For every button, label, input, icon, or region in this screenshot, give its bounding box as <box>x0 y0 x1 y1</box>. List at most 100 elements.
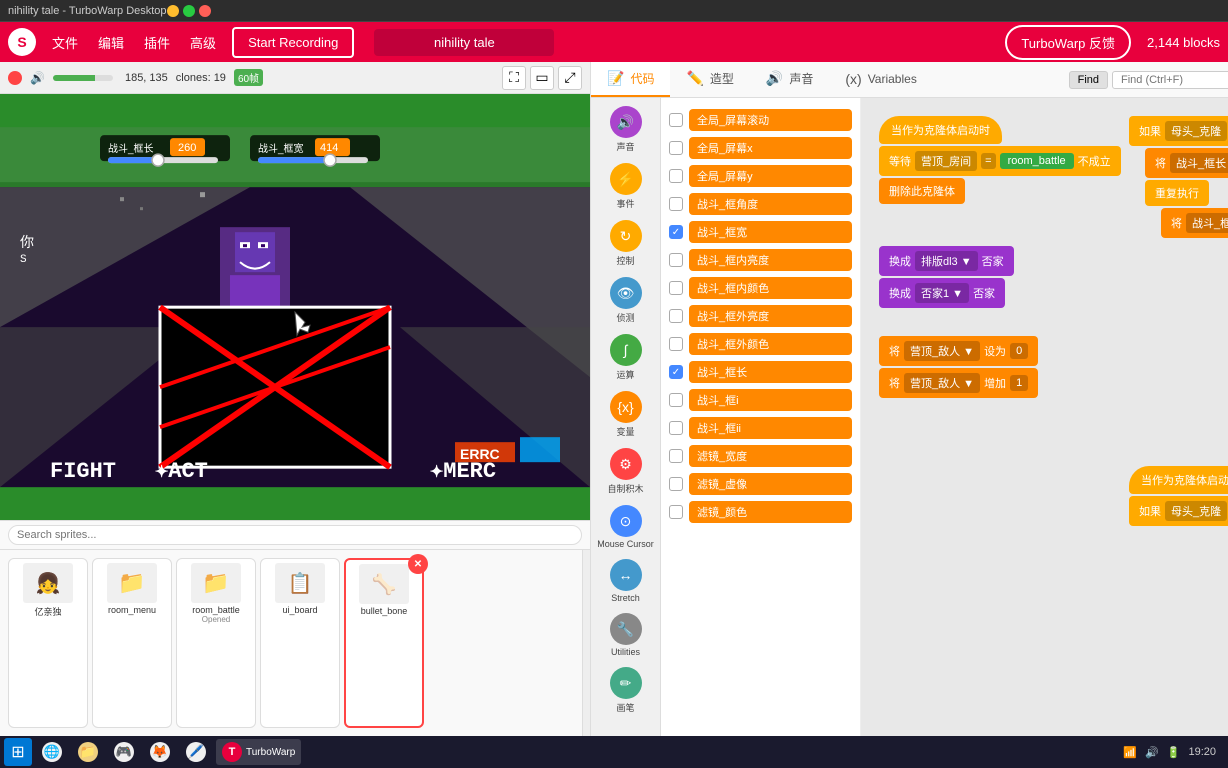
block-checkbox[interactable] <box>669 393 683 407</box>
start-button[interactable]: ⊞ <box>4 738 32 766</box>
tab-code[interactable]: 📝 代码 <box>591 62 670 97</box>
block-checkbox[interactable] <box>669 253 683 267</box>
set-enemy-block[interactable]: 将 营顶_敌人 ▼ 设为 0 <box>879 336 1038 366</box>
set-battle-long[interactable]: 将 战斗_框长 ▼ 设为 180 <box>1145 148 1228 178</box>
block-list-item[interactable]: 全局_屏幕y <box>665 162 856 190</box>
category-stretch[interactable]: ↔ Stretch <box>594 555 658 607</box>
find-button[interactable]: Find <box>1069 71 1108 89</box>
block-list-item[interactable]: 滤镜_颜色 <box>665 498 856 526</box>
block-list-item[interactable]: 战斗_框外颜色 <box>665 330 856 358</box>
if-block[interactable]: 如果 母头_克隆 <box>1129 116 1228 146</box>
add-enemy-block[interactable]: 将 营顶_敌人 ▼ 增加 1 <box>879 368 1038 398</box>
block-list-item[interactable]: ✓ 战斗_框长 <box>665 358 856 386</box>
block-checkbox[interactable] <box>669 449 683 463</box>
sprites-scrollbar[interactable] <box>582 550 590 736</box>
project-name[interactable]: nihility tale <box>374 29 554 56</box>
block-checkbox[interactable]: ✓ <box>669 365 683 379</box>
block-checkbox[interactable] <box>669 309 683 323</box>
turbowarp-feedback-button[interactable]: TurboWarp 反馈 <box>1005 25 1131 60</box>
sprite-item-room_battle[interactable]: 📁 room_battle Opened <box>176 558 256 728</box>
tab-variables[interactable]: (x) Variables <box>829 62 932 97</box>
taskbar-app-game[interactable]: 🎮 <box>108 739 140 765</box>
block-checkbox[interactable] <box>669 141 683 155</box>
expand-stage-button[interactable]: ⤢ <box>558 66 582 90</box>
sprites-search-input[interactable] <box>8 525 582 545</box>
block-checkbox[interactable] <box>669 505 683 519</box>
cat-label-stretch: Stretch <box>611 593 640 603</box>
sprite-delete-badge[interactable]: ✕ <box>408 554 428 574</box>
block-stack-3: 如果 母头_克隆 将 战斗_框长 ▼ 设为 180 重复执行 <box>1129 116 1228 240</box>
taskbar-volume-icon: 🔊 <box>1145 746 1159 759</box>
sprite-thumbnail: 🦴 <box>359 564 409 604</box>
category-sound[interactable]: 🔊 声音 <box>594 102 658 157</box>
sprite-item-room_menu[interactable]: 📁 room_menu <box>92 558 172 728</box>
code-workspace[interactable]: 当作为克隆体启动时 等待 营顶_房间 = room_battle 不成立 删 <box>861 98 1228 736</box>
category-variables[interactable]: {x} 变量 <box>594 387 658 442</box>
block-list-item[interactable]: 全局_屏幕x <box>665 134 856 162</box>
block-checkbox[interactable] <box>669 113 683 127</box>
find-input[interactable] <box>1112 71 1228 89</box>
block-pill: 战斗_框角度 <box>689 193 852 215</box>
cat-label-custom: 自制积木 <box>607 482 643 495</box>
block-pill: 战斗_框宽 <box>689 221 852 243</box>
switch-block-2[interactable]: 换成 否家1 ▼ 否家 <box>879 278 1005 308</box>
category-cursor[interactable]: ⊙ Mouse Cursor <box>594 501 658 553</box>
block-checkbox[interactable] <box>669 197 683 211</box>
record-button[interactable]: Start Recording <box>232 27 354 58</box>
block-list-item[interactable]: 滤镜_虚像 <box>665 470 856 498</box>
taskbar-app-turbowarp[interactable]: T TurboWarp <box>216 739 301 765</box>
block-list-item[interactable]: 滤镜_宽度 <box>665 442 856 470</box>
block-checkbox[interactable]: ✓ <box>669 225 683 239</box>
repeat-block[interactable]: 重复执行 <box>1145 180 1209 206</box>
hat-block-3[interactable]: 当作为克隆体启动时 <box>1129 466 1228 494</box>
wait-block[interactable]: 等待 营顶_房间 = room_battle 不成立 <box>879 146 1121 176</box>
block-list-item[interactable]: 战斗_框外亮度 <box>665 302 856 330</box>
maximize-button[interactable] <box>183 5 195 17</box>
category-events[interactable]: ⚡ 事件 <box>594 159 658 214</box>
minimize-button[interactable] <box>167 5 179 17</box>
sprite-item-ui_board[interactable]: 📋 ui_board <box>260 558 340 728</box>
block-list-item[interactable]: 战斗_框内颜色 <box>665 274 856 302</box>
category-paint[interactable]: ✏ 画笔 <box>594 663 658 718</box>
stage-size-button[interactable]: ▭ <box>530 66 554 90</box>
block-list-item[interactable]: 全局_屏幕滚动 <box>665 106 856 134</box>
taskbar-app-draw[interactable]: 🖊️ <box>180 739 212 765</box>
category-utilities[interactable]: 🔧 Utilities <box>594 609 658 661</box>
block-checkbox[interactable] <box>669 281 683 295</box>
block-checkbox[interactable] <box>669 337 683 351</box>
sprite-item-bullet_bone[interactable]: ✕ 🦴 bullet_bone <box>344 558 424 728</box>
block-checkbox[interactable] <box>669 421 683 435</box>
add-angle-block[interactable]: 将 战斗_框角度 ▼ 增加 -1 <box>1161 208 1228 238</box>
svg-text:你: 你 <box>20 235 34 252</box>
taskbar-app-files[interactable]: 📁 <box>72 739 104 765</box>
close-button[interactable] <box>199 5 211 17</box>
block-list-item[interactable]: 战斗_框角度 <box>665 190 856 218</box>
find-area: Find <box>1069 62 1228 97</box>
delete-clone-block[interactable]: 删除此克隆体 <box>879 178 965 204</box>
category-functions[interactable]: ∫ 运算 <box>594 330 658 385</box>
category-custom[interactable]: ⚙ 自制积木 <box>594 444 658 499</box>
block-list-item[interactable]: ✓ 战斗_框宽 <box>665 218 856 246</box>
menu-advanced[interactable]: 高级 <box>182 29 224 56</box>
tab-sound[interactable]: 🔊 声音 <box>750 62 829 97</box>
menu-file[interactable]: 文件 <box>44 29 86 56</box>
taskbar-app-browser[interactable]: 🌐 <box>36 739 68 765</box>
menu-edit[interactable]: 编辑 <box>90 29 132 56</box>
if-block-3[interactable]: 如果 母头_克隆 = 1 那么 <box>1129 496 1228 526</box>
block-list-item[interactable]: 战斗_框ii <box>665 414 856 442</box>
block-list-item[interactable]: 战斗_框i <box>665 386 856 414</box>
menu-plugins[interactable]: 插件 <box>136 29 178 56</box>
fullscreen-button[interactable]: ⛶ <box>502 66 526 90</box>
hat-block-1[interactable]: 当作为克隆体启动时 <box>879 116 1002 144</box>
switch-block-1[interactable]: 换成 排版dl3 ▼ 否家 <box>879 246 1014 276</box>
tab-costume[interactable]: ✏️ 造型 <box>670 62 749 97</box>
block-checkbox[interactable] <box>669 477 683 491</box>
block-list-item[interactable]: 战斗_框内亮度 <box>665 246 856 274</box>
sprite-item-亿亲独[interactable]: 👧 亿亲独 <box>8 558 88 728</box>
volume-slider[interactable] <box>53 75 113 81</box>
block-checkbox[interactable] <box>669 169 683 183</box>
category-control[interactable]: ↻ 控制 <box>594 216 658 271</box>
cat-icon-sound: 🔊 <box>610 106 642 138</box>
taskbar-app-fox[interactable]: 🦊 <box>144 739 176 765</box>
category-sensing[interactable]: 👁 侦测 <box>594 273 658 328</box>
